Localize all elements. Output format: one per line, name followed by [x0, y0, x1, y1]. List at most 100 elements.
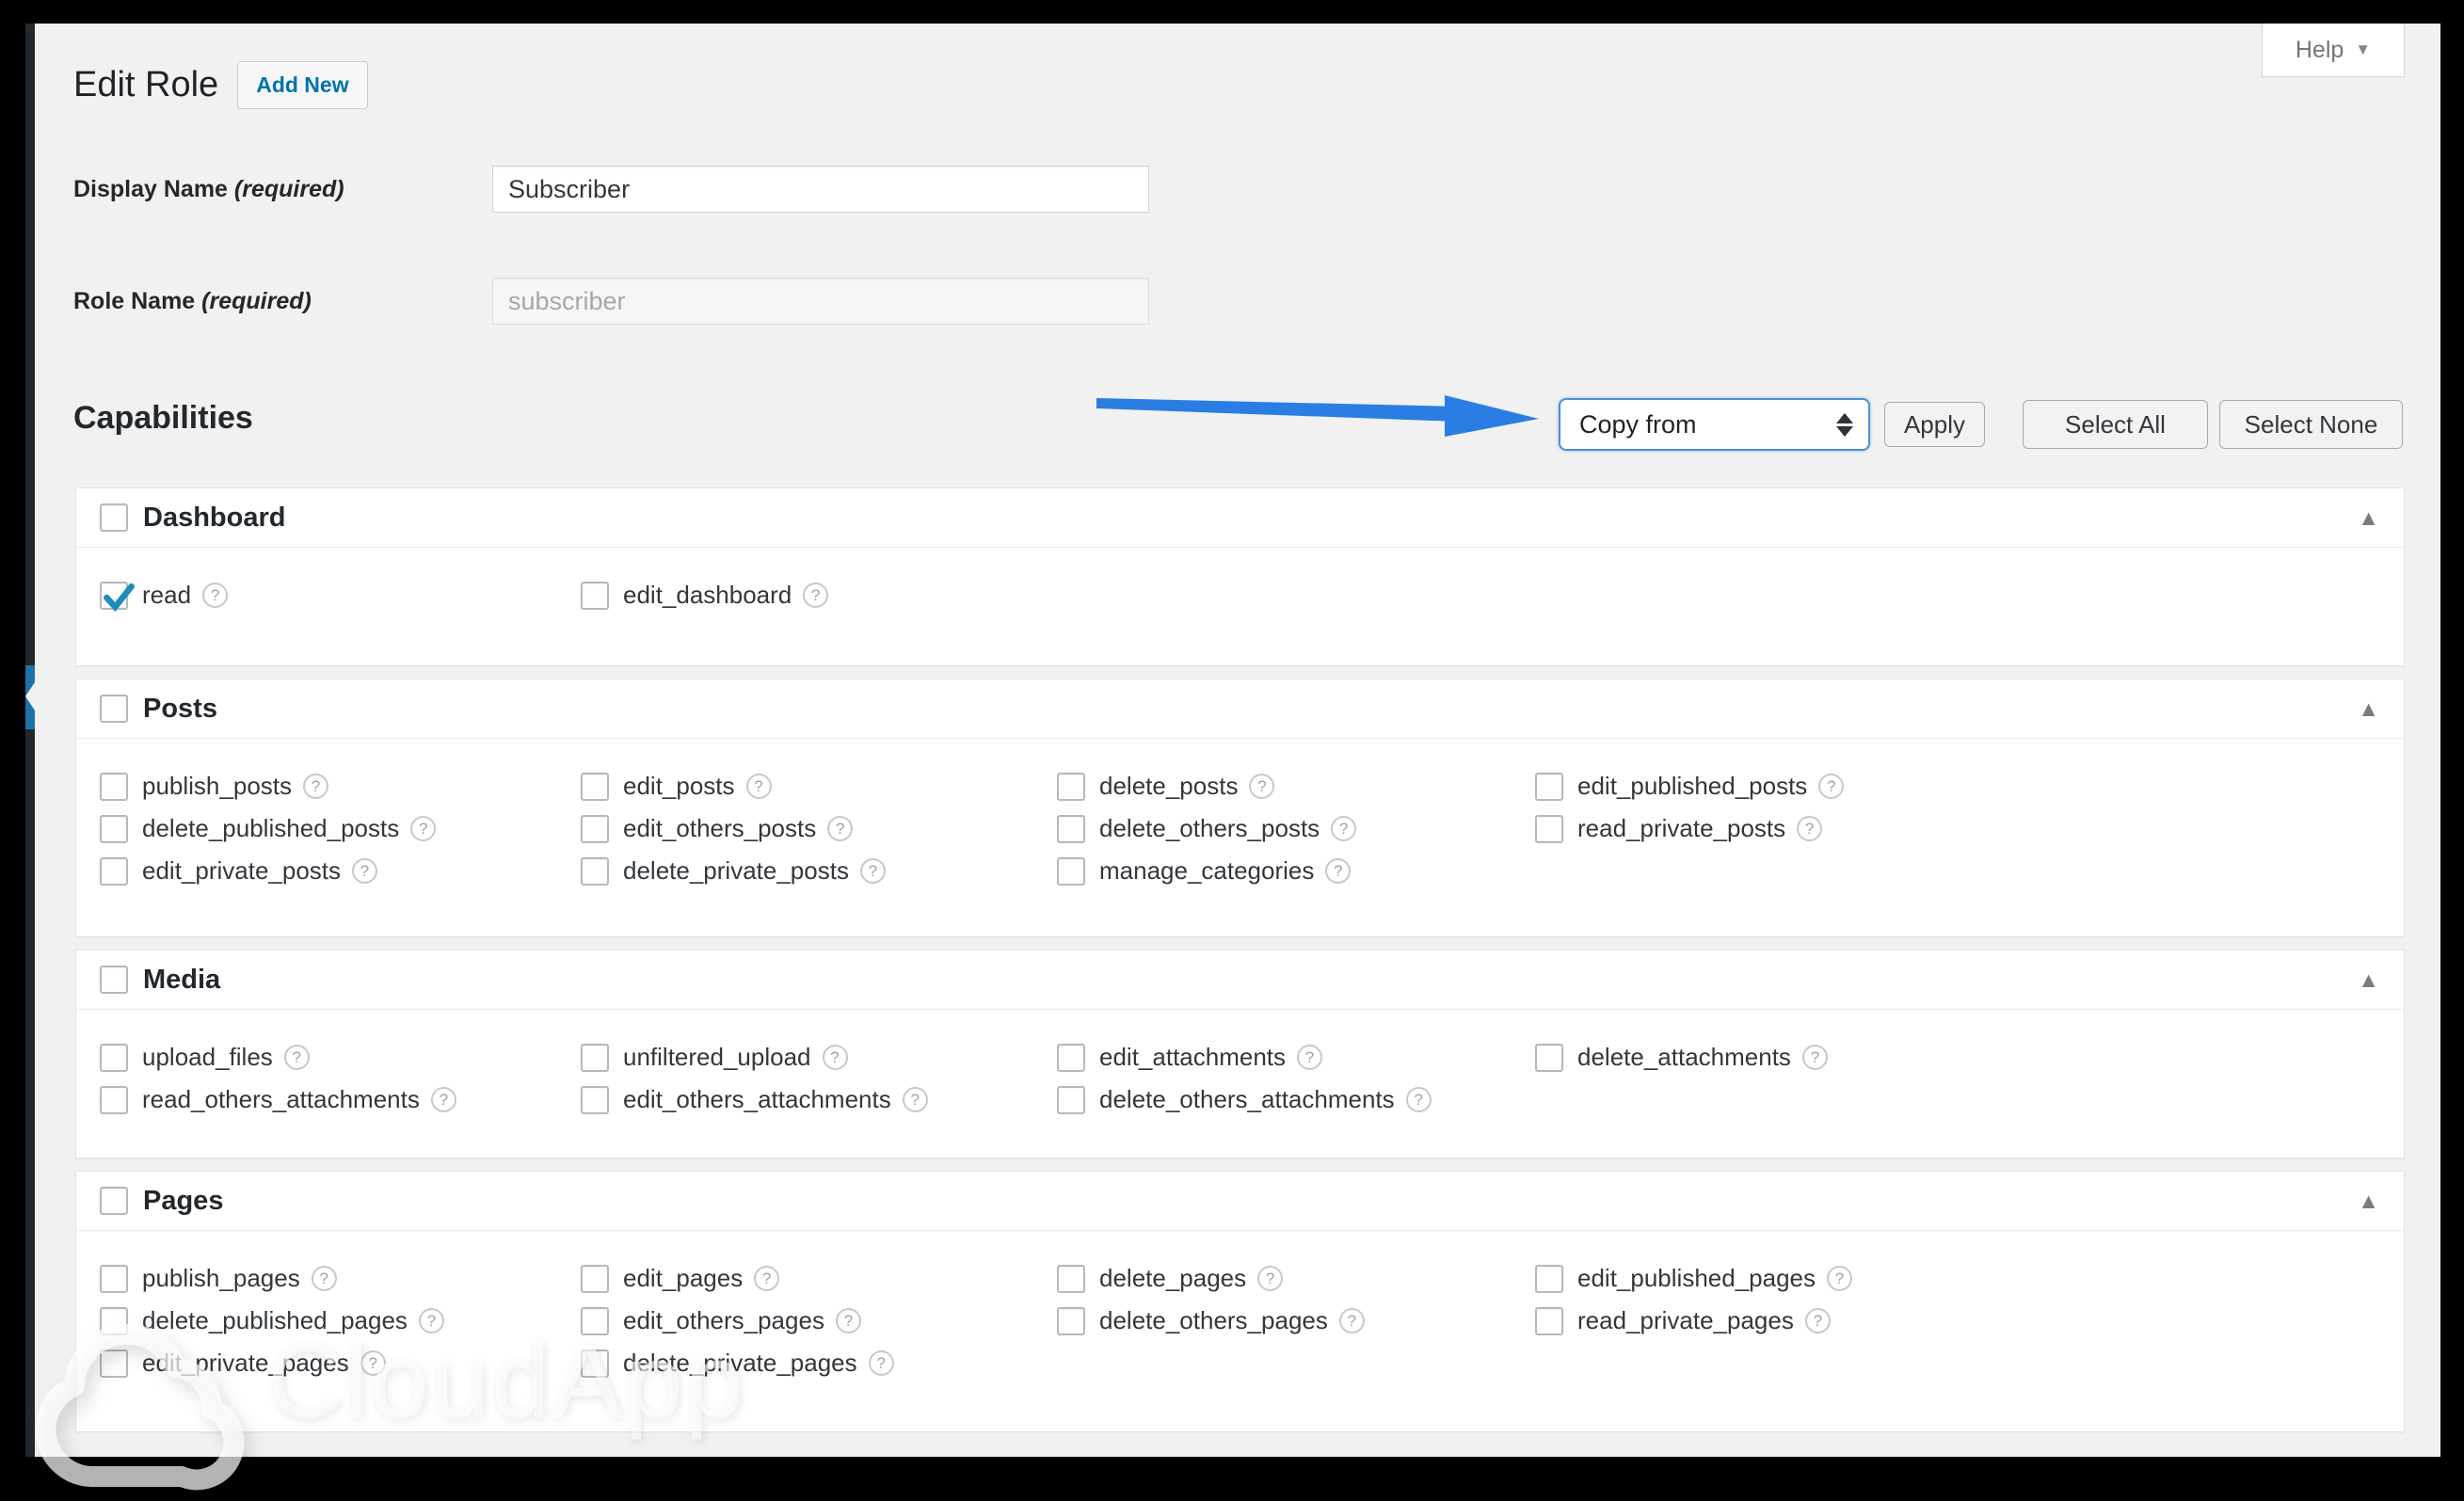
- help-tooltip-icon[interactable]: ?: [360, 1350, 386, 1376]
- help-tooltip-icon[interactable]: ?: [1339, 1308, 1365, 1333]
- capability-checkbox[interactable]: [100, 1349, 128, 1378]
- capability-checkbox[interactable]: [581, 1307, 609, 1335]
- capability-checkbox[interactable]: [100, 1265, 128, 1293]
- capability-label: edit_others_attachments: [623, 1085, 891, 1114]
- capability-checkbox[interactable]: [1057, 1265, 1085, 1293]
- collapse-toggle-icon[interactable]: ▲: [2352, 502, 2385, 535]
- capabilities-controls: Copy from Apply Select All Select None: [1559, 398, 2403, 451]
- help-tooltip-icon[interactable]: ?: [1797, 816, 1822, 841]
- capability-label: edit_private_posts: [142, 856, 341, 886]
- capability-label: unfiltered_upload: [623, 1043, 811, 1072]
- capability-section-panel: Dashboard ▲ read ? edit_dashboard ?: [75, 487, 2405, 666]
- capability-checkbox[interactable]: [581, 1086, 609, 1114]
- capability-label: read_private_pages: [1577, 1306, 1794, 1335]
- capability-item: read_private_posts ?: [1535, 807, 2404, 850]
- help-tooltip-icon[interactable]: ?: [754, 1266, 779, 1291]
- help-tooltip-icon[interactable]: ?: [1257, 1266, 1283, 1291]
- capability-checkbox[interactable]: [1057, 857, 1085, 886]
- help-tooltip-icon[interactable]: ?: [860, 858, 886, 884]
- help-tooltip-icon[interactable]: ?: [1331, 816, 1356, 841]
- copy-from-selected-value: Copy from: [1579, 410, 1697, 439]
- help-tooltip-icon[interactable]: ?: [1827, 1266, 1852, 1291]
- help-tooltip-icon[interactable]: ?: [827, 816, 853, 841]
- display-name-input[interactable]: [492, 166, 1149, 213]
- role-name-row: Role Name (required): [73, 278, 1149, 325]
- capability-checkbox[interactable]: [581, 1265, 609, 1293]
- help-tooltip-icon[interactable]: ?: [1802, 1045, 1828, 1070]
- capability-checkbox[interactable]: [581, 857, 609, 886]
- capability-checkbox[interactable]: [581, 1349, 609, 1378]
- capability-checkbox[interactable]: [1535, 1044, 1563, 1072]
- help-tooltip-icon[interactable]: ?: [284, 1045, 310, 1070]
- capability-checkbox[interactable]: [100, 773, 128, 801]
- help-tooltip-icon[interactable]: ?: [869, 1350, 894, 1376]
- help-tooltip-icon[interactable]: ?: [1818, 774, 1844, 799]
- capability-item: edit_published_posts ?: [1535, 765, 2404, 807]
- capability-checkbox[interactable]: [1057, 1307, 1085, 1335]
- display-name-row: Display Name (required): [73, 166, 1149, 213]
- capabilities-sections: Dashboard ▲ read ? edit_dashboard ?: [75, 487, 2405, 1445]
- select-none-button[interactable]: Select None: [2219, 400, 2403, 449]
- help-tooltip-icon[interactable]: ?: [1805, 1308, 1831, 1333]
- help-tooltip-icon[interactable]: ?: [746, 774, 772, 799]
- capability-checkbox[interactable]: [581, 1044, 609, 1072]
- collapse-toggle-icon[interactable]: ▲: [2352, 693, 2385, 726]
- capability-checkbox[interactable]: [100, 1086, 128, 1114]
- help-tooltip-icon[interactable]: ?: [303, 774, 328, 799]
- help-tooltip-icon[interactable]: ?: [1249, 774, 1274, 799]
- section-checkbox[interactable]: [100, 695, 128, 723]
- capability-checkbox[interactable]: [100, 582, 128, 610]
- select-all-button[interactable]: Select All: [2023, 400, 2208, 449]
- capability-checkbox[interactable]: [1535, 815, 1563, 843]
- capability-checkbox[interactable]: [1535, 773, 1563, 801]
- section-checkbox[interactable]: [100, 966, 128, 994]
- capability-grid: publish_posts ? edit_posts ? delete_post…: [76, 739, 2404, 892]
- capability-checkbox[interactable]: [581, 773, 609, 801]
- capability-item: edit_others_attachments ?: [581, 1078, 1057, 1121]
- help-tooltip-icon[interactable]: ?: [202, 583, 228, 608]
- help-tooltip-icon[interactable]: ?: [836, 1308, 861, 1333]
- capability-label: delete_others_pages: [1099, 1306, 1328, 1335]
- capability-item: edit_private_pages ?: [100, 1342, 581, 1384]
- help-tooltip-icon[interactable]: ?: [1406, 1087, 1432, 1112]
- capability-checkbox[interactable]: [581, 815, 609, 843]
- capability-checkbox[interactable]: [1057, 1044, 1085, 1072]
- section-title: Dashboard: [143, 503, 285, 534]
- section-checkbox[interactable]: [100, 503, 128, 532]
- capability-checkbox[interactable]: [100, 857, 128, 886]
- help-tooltip-icon[interactable]: ?: [431, 1087, 456, 1112]
- add-new-button[interactable]: Add New: [237, 61, 367, 109]
- help-tooltip-icon[interactable]: ?: [823, 1045, 848, 1070]
- collapse-toggle-icon[interactable]: ▲: [2352, 964, 2385, 997]
- capability-checkbox[interactable]: [1057, 1086, 1085, 1114]
- copy-from-select[interactable]: Copy from: [1559, 398, 1870, 451]
- capability-checkbox[interactable]: [1057, 773, 1085, 801]
- capability-item: upload_files ?: [100, 1036, 581, 1078]
- capability-label: read_others_attachments: [142, 1085, 420, 1114]
- capability-checkbox[interactable]: [581, 582, 609, 610]
- help-tooltip-icon[interactable]: ?: [903, 1087, 928, 1112]
- checkmark-icon: [100, 579, 137, 616]
- capability-checkbox[interactable]: [1535, 1265, 1563, 1293]
- capability-item: edit_pages ?: [581, 1257, 1057, 1300]
- capability-checkbox[interactable]: [100, 815, 128, 843]
- help-tooltip-icon[interactable]: ?: [803, 583, 828, 608]
- help-button[interactable]: Help ▼: [2262, 24, 2405, 77]
- capability-checkbox[interactable]: [100, 1044, 128, 1072]
- capability-item: read_private_pages ?: [1535, 1300, 2404, 1342]
- capability-checkbox[interactable]: [100, 1307, 128, 1335]
- collapse-toggle-icon[interactable]: ▲: [2352, 1185, 2385, 1218]
- capability-label: edit_published_posts: [1577, 772, 1807, 801]
- help-tooltip-icon[interactable]: ?: [410, 816, 436, 841]
- help-tooltip-icon[interactable]: ?: [419, 1308, 444, 1333]
- help-tooltip-icon[interactable]: ?: [352, 858, 377, 884]
- apply-button[interactable]: Apply: [1884, 402, 1985, 447]
- capability-label: edit_dashboard: [623, 581, 792, 610]
- help-tooltip-icon[interactable]: ?: [1325, 858, 1351, 884]
- help-tooltip-icon[interactable]: ?: [312, 1266, 337, 1291]
- capability-item: delete_others_posts ?: [1057, 807, 1535, 850]
- capability-checkbox[interactable]: [1057, 815, 1085, 843]
- section-checkbox[interactable]: [100, 1187, 128, 1215]
- help-tooltip-icon[interactable]: ?: [1297, 1045, 1322, 1070]
- capability-checkbox[interactable]: [1535, 1307, 1563, 1335]
